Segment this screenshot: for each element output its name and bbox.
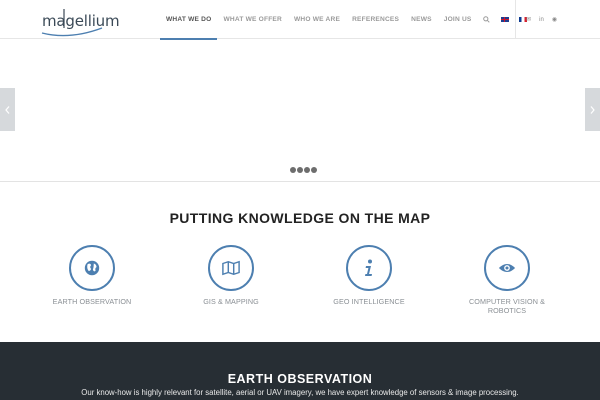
linkedin-icon[interactable]: in <box>535 17 548 23</box>
globe-icon[interactable] <box>69 245 115 291</box>
chevron-right-icon[interactable] <box>585 88 600 131</box>
feature-label: EARTH OBSERVATION <box>52 297 132 306</box>
slider-dot-1[interactable] <box>290 167 296 173</box>
main-nav: WHAT WE DO WHAT WE OFFER WHO WE ARE REFE… <box>160 0 532 40</box>
feature-geo-intelligence[interactable]: GEO INTELLIGENCE <box>314 245 424 306</box>
eye-icon[interactable] <box>484 245 530 291</box>
magellium-logo[interactable]: magellium <box>40 6 120 37</box>
nav-news[interactable]: NEWS <box>405 0 438 39</box>
nav-what-we-do[interactable]: WHAT WE DO <box>160 0 218 40</box>
logo-text: magellium <box>42 12 120 30</box>
slider-dot-2[interactable] <box>297 167 303 173</box>
slider-dots <box>290 167 317 173</box>
feature-label: COMPUTER VISION & ROBOTICS <box>469 297 545 315</box>
feature-computer-vision[interactable]: COMPUTER VISION & ROBOTICS <box>452 245 562 315</box>
band-text: Our know-how is highly relevant for sate… <box>81 388 519 397</box>
feature-label: GIS & MAPPING <box>203 297 259 306</box>
slider-dot-4[interactable] <box>311 167 317 173</box>
feature-label: GEO INTELLIGENCE <box>333 297 405 306</box>
social-links: ✉ in ◉ <box>515 0 561 39</box>
mail-icon[interactable]: ✉ <box>522 16 535 23</box>
info-icon[interactable] <box>346 245 392 291</box>
search-icon[interactable] <box>478 0 496 39</box>
earth-observation-band: EARTH OBSERVATION Our know-how is highly… <box>0 342 600 400</box>
feature-earth-observation[interactable]: EARTH OBSERVATION <box>37 245 147 306</box>
section-heading: PUTTING KNOWLEDGE ON THE MAP <box>169 210 431 226</box>
site-header: magellium WHAT WE DO WHAT WE OFFER WHO W… <box>0 0 600 40</box>
nav-who-we-are[interactable]: WHO WE ARE <box>288 0 346 39</box>
english-flag-icon[interactable] <box>496 0 514 39</box>
nav-join-us[interactable]: JOIN US <box>438 0 478 39</box>
nav-references[interactable]: REFERENCES <box>346 0 405 39</box>
nav-what-we-offer[interactable]: WHAT WE OFFER <box>217 0 288 39</box>
band-title: EARTH OBSERVATION <box>227 372 373 386</box>
slider-dot-3[interactable] <box>304 167 310 173</box>
feature-gis-mapping[interactable]: GIS & MAPPING <box>176 245 286 306</box>
rss-icon[interactable]: ◉ <box>548 16 561 23</box>
chevron-left-icon[interactable] <box>0 88 15 131</box>
map-icon[interactable] <box>208 245 254 291</box>
hero-slider <box>0 40 600 182</box>
